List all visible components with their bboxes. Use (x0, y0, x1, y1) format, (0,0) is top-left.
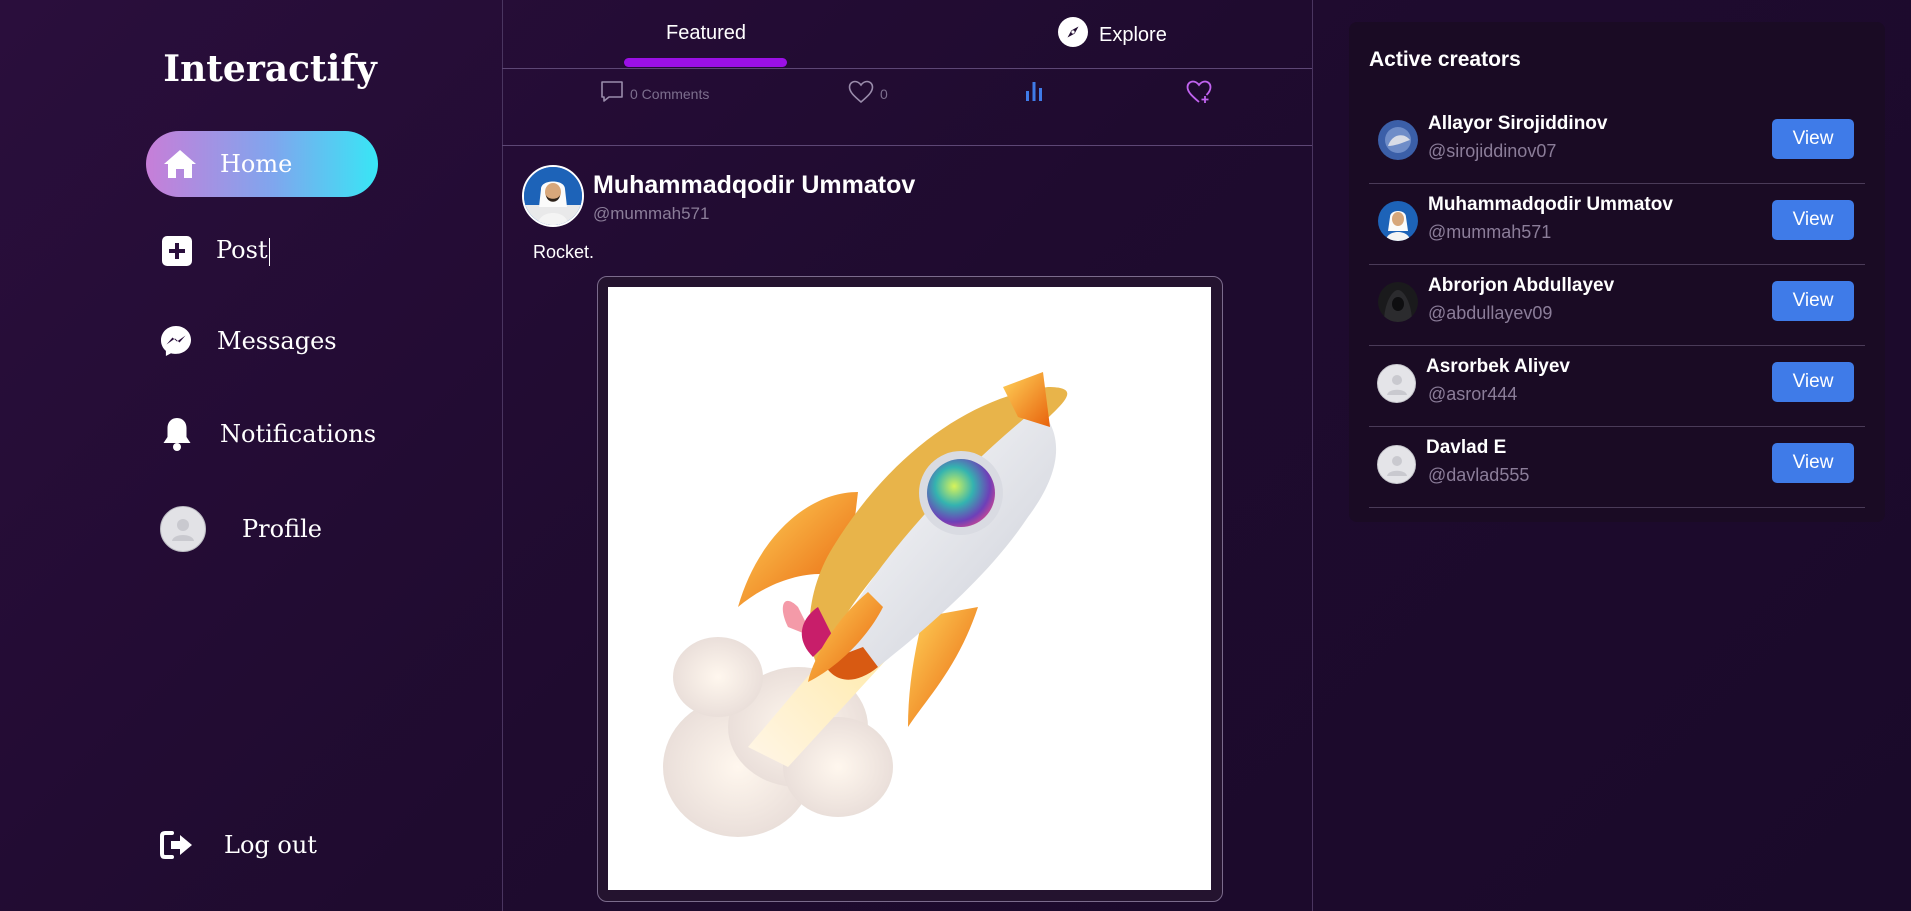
bar-chart-icon (1024, 80, 1044, 105)
bell-icon (162, 416, 192, 452)
creator-handle: @davlad555 (1428, 465, 1530, 485)
post-action-bar: 0 Comments 0 (502, 69, 1312, 146)
messenger-icon (160, 325, 192, 357)
heart-icon (848, 80, 874, 107)
like-button[interactable]: 0 (848, 80, 888, 107)
heart-plus-icon (1186, 80, 1212, 107)
creator-row: Asrorbek Aliyev @asror444 View (1369, 346, 1865, 427)
tab-featured[interactable]: Featured (666, 22, 746, 45)
sidebar-item-label: Home (220, 150, 293, 178)
creator-avatar[interactable] (1378, 201, 1418, 241)
creator-row: Davlad E @davlad555 View (1369, 427, 1865, 508)
post-media[interactable] (597, 276, 1223, 902)
text-caret (268, 237, 270, 266)
sidebar-item-label: Profile (242, 515, 322, 543)
view-button[interactable]: View (1772, 281, 1854, 321)
creator-name: Muhammadqodir Ummatov (1428, 194, 1673, 215)
creator-avatar[interactable] (1377, 445, 1416, 484)
comments-count: 0 Comments (630, 85, 710, 102)
stats-button[interactable] (1024, 80, 1044, 105)
post-author-avatar[interactable] (522, 165, 584, 227)
post-author-handle: @mummah571 (593, 204, 710, 223)
creator-handle: @sirojiddinov07 (1428, 141, 1557, 161)
app-logo[interactable]: Interactify (0, 48, 540, 90)
creator-handle: @mummah571 (1428, 222, 1552, 242)
logout-button[interactable]: Log out (160, 830, 317, 860)
panel-title: Active creators (1369, 48, 1521, 71)
sidebar-item-post[interactable]: Post (162, 236, 270, 266)
creator-handle: @abdullayev09 (1428, 303, 1553, 323)
favorite-button[interactable] (1186, 80, 1212, 107)
sidebar-item-label: Post (216, 236, 270, 266)
view-button[interactable]: View (1772, 119, 1854, 159)
active-creators-panel: Active creators Allayor Sirojiddinov @si… (1349, 22, 1885, 522)
avatar (160, 506, 206, 552)
plus-square-icon (162, 236, 192, 266)
feed: Featured Explore 0 Comments 0 Muhammadqo… (502, 0, 1313, 911)
sidebar: Interactify Home Post Messages Notificat… (0, 0, 503, 911)
creator-avatar[interactable] (1377, 364, 1416, 403)
view-button[interactable]: View (1772, 200, 1854, 240)
creator-name: Davlad E (1426, 437, 1507, 458)
sidebar-item-label: Notifications (220, 420, 377, 448)
likes-count: 0 (880, 85, 888, 102)
feed-tabs: Featured Explore (502, 0, 1312, 69)
tab-explore[interactable]: Explore (1058, 17, 1167, 53)
compass-icon (1058, 17, 1088, 53)
sidebar-item-home[interactable]: Home (146, 131, 378, 197)
logout-label: Log out (224, 831, 317, 859)
creator-row: Abrorjon Abdullayev @abdullayev09 View (1369, 265, 1865, 346)
active-tab-indicator (624, 58, 787, 67)
post-author-name[interactable]: Muhammadqodir Ummatov (593, 171, 915, 200)
creator-row: Allayor Sirojiddinov @sirojiddinov07 Vie… (1369, 103, 1865, 184)
creator-name: Asrorbek Aliyev (1426, 356, 1570, 377)
logout-icon (160, 830, 194, 860)
creator-handle: @asror444 (1428, 384, 1518, 404)
creator-name: Abrorjon Abdullayev (1428, 275, 1615, 296)
home-icon (162, 148, 198, 180)
sidebar-item-profile[interactable]: Profile (160, 506, 322, 552)
rocket-image (608, 287, 1211, 890)
creator-row: Muhammadqodir Ummatov @mummah571 View (1369, 184, 1865, 265)
creator-name: Allayor Sirojiddinov (1428, 113, 1608, 134)
post-text: Rocket. (533, 242, 595, 262)
sidebar-item-messages[interactable]: Messages (160, 325, 337, 357)
view-button[interactable]: View (1772, 362, 1854, 402)
creator-avatar[interactable] (1378, 120, 1418, 160)
view-button[interactable]: View (1772, 443, 1854, 483)
creator-avatar[interactable] (1378, 282, 1418, 322)
tab-label: Explore (1099, 23, 1167, 46)
comment-icon (600, 80, 624, 107)
sidebar-item-notifications[interactable]: Notifications (162, 416, 376, 452)
sidebar-item-label: Messages (217, 327, 337, 355)
comments-button[interactable]: 0 Comments (600, 80, 709, 107)
tab-label: Featured (666, 22, 747, 44)
